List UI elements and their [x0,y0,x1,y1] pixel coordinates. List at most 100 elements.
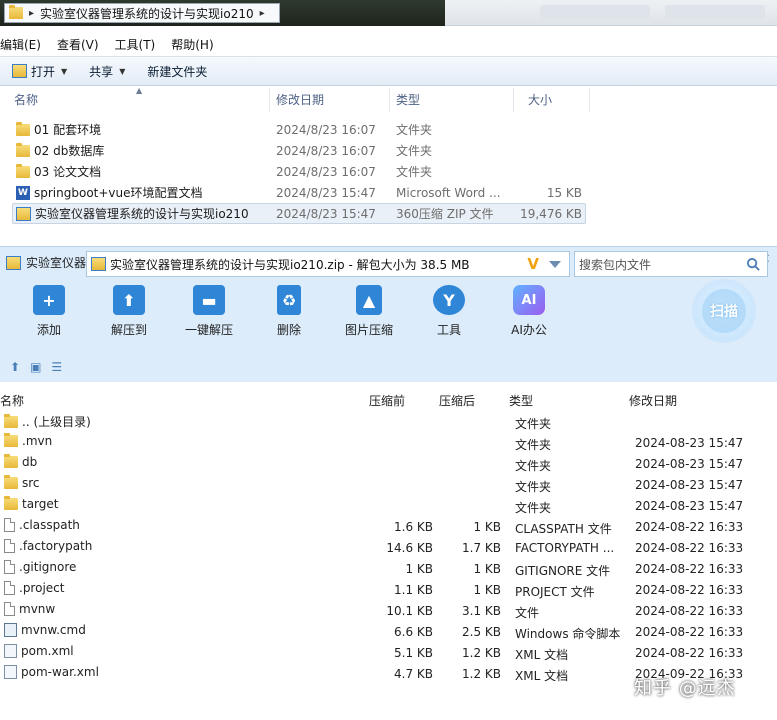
command-bar: 打开 ▼ 共享 ▼ 新建文件夹 [0,56,777,86]
folder-icon [4,475,18,489]
file-row[interactable]: Wspringboot+vue环境配置文档 2024/8/23 15:47 Mi… [0,182,777,203]
entry-name: pom.xml [21,644,74,658]
archive-row[interactable]: .factorypath 14.6 KB 1.7 KB FACTORYPATH … [0,538,777,559]
zip-window: 实验室仪器管理系统的设计与实现io210 - 360压缩 文件 操作 设置 帮助… [0,246,777,720]
archive-row[interactable]: .project 1.1 KB 1 KB PROJECT 文件 2024-08-… [0,580,777,601]
extract-to-button[interactable]: ⬆ 解压到 [89,285,169,338]
archive-row[interactable]: pom.xml 5.1 KB 1.2 KB XML 文档 2024-08-22 … [0,643,777,664]
file-row-selected[interactable]: 实验室仪器管理系统的设计与实现io210 2024/8/23 15:47 360… [0,203,777,224]
column-header-type[interactable]: 类型 [509,392,533,409]
zip-column-headers: 名称 压缩前 压缩后 类型 修改日期 [0,389,777,411]
file-type: 文件夹 [396,123,433,137]
entry-name: .project [19,581,65,595]
archive-row[interactable]: db 文件夹 2024-08-23 15:47 [0,454,777,475]
column-header-date[interactable]: 修改日期 [629,392,677,409]
file-size: 15 KB [546,185,582,200]
entry-size-before: 4.7 KB [394,667,433,681]
tool-label: 一键解压 [184,323,233,337]
up-arrow-icon[interactable]: ⬆ [10,360,20,374]
scan-label: 扫描 [710,304,738,320]
file-type: 文件夹 [396,144,433,158]
menu-edit[interactable]: 编辑(E) [0,36,49,53]
share-label: 共享 [89,64,114,79]
entry-size-after: 1.7 KB [462,541,501,555]
file-name: 实验室仪器管理系统的设计与实现io210 [35,207,249,221]
entry-date: 2024-08-23 15:47 [635,457,744,471]
file-date: 2024/8/23 15:47 [276,206,376,221]
file-date: 2024/8/23 16:07 [276,143,376,158]
chevron-down-icon: ▼ [119,66,126,76]
search-icon[interactable] [746,257,761,272]
list-view-icon[interactable]: ☰ [51,360,62,374]
file-row[interactable]: 03 论文文档 2024/8/23 16:07 文件夹 [0,161,777,182]
archive-search-input[interactable]: 搜索包内文件 [574,251,768,277]
chevron-down-icon: ▼ [61,66,68,76]
menu-tools[interactable]: 工具(T) [107,36,164,53]
entry-size-after: 1 KB [473,583,501,597]
image-compress-button[interactable]: ▲ 图片压缩 [329,285,409,338]
entry-type: Windows 命令脚本 [515,627,621,641]
entry-date: 2024-08-23 15:47 [635,478,744,492]
ai-office-button[interactable]: AI AI办公 [489,285,569,338]
column-header-after[interactable]: 压缩后 [439,392,475,409]
open-app-icon [12,64,27,78]
archive-row[interactable]: src 文件夹 2024-08-23 15:47 [0,475,777,496]
menu-help[interactable]: 帮助(H) [163,36,221,53]
breadcrumb-path[interactable]: 实验室仪器管理系统的设计与实现io210 [40,5,254,22]
entry-size-before: 10.1 KB [386,604,433,618]
folder-icon [4,433,18,447]
archive-row[interactable]: mvnw.cmd 6.6 KB 2.5 KB Windows 命令脚本 2024… [0,622,777,643]
breadcrumb-chevron-icon[interactable]: ▸ [29,8,34,19]
entry-type: XML 文档 [515,648,569,662]
tool-label: 添加 [36,323,61,337]
archive-row[interactable]: .. (上级目录) 文件夹 [0,412,777,433]
entry-date: 2024-08-23 15:47 [635,499,744,513]
tools-button[interactable]: Y 工具 [409,285,489,338]
zip-app-icon [6,255,21,270]
entry-name: .classpath [19,518,80,532]
chevron-down-icon[interactable] [549,261,561,268]
zip-nav-bar: ⬆ ▣ ☰ [0,351,777,383]
open-button[interactable]: 打开 ▼ [12,63,67,80]
v-logo-icon[interactable]: V [527,255,539,273]
nav-controls: ⬆ ▣ ☰ [0,360,84,374]
address-bar[interactable]: ▸ 实验室仪器管理系统的设计与实现io210 ▸ [4,3,280,23]
entry-type: PROJECT 文件 [515,585,595,599]
archive-row[interactable]: target 文件夹 2024-08-23 15:47 [0,496,777,517]
archive-row[interactable]: .classpath 1.6 KB 1 KB CLASSPATH 文件 2024… [0,517,777,538]
column-header-before[interactable]: 压缩前 [369,392,405,409]
one-click-extract-button[interactable]: ▬ 一键解压 [169,285,249,338]
new-folder-button[interactable]: 新建文件夹 [147,63,207,80]
thumbnail-view-icon[interactable]: ▣ [30,360,41,374]
archive-row[interactable]: mvnw 10.1 KB 3.1 KB 文件 2024-08-22 16:33 [0,601,777,622]
entry-name: db [22,455,38,469]
entry-type: 文件夹 [515,459,552,473]
column-header-name[interactable]: 名称 [0,88,270,112]
menu-bar: 编辑(E) 查看(V) 工具(T) 帮助(H) [0,34,777,54]
archive-row[interactable]: .mvn 文件夹 2024-08-23 15:47 [0,433,777,454]
archive-row[interactable]: .gitignore 1 KB 1 KB GITIGNORE 文件 2024-0… [0,559,777,580]
breadcrumb-chevron-icon[interactable]: ▸ [260,8,265,19]
file-row[interactable]: 02 db数据库 2024/8/23 16:07 文件夹 [0,140,777,161]
column-header-name[interactable]: 名称 [0,392,24,409]
entry-type: 文件夹 [515,501,552,515]
add-button[interactable]: + 添加 [9,285,89,338]
entry-name: .. (上级目录) [22,415,91,429]
file-type: 文件夹 [396,165,433,179]
file-row[interactable]: 01 配套环境 2024/8/23 16:07 文件夹 [0,119,777,140]
entry-size-after: 1 KB [473,562,501,576]
column-header-size[interactable]: 大小 [514,88,590,112]
entry-date: 2024-08-22 16:33 [635,625,744,639]
tool-label: AI办公 [511,323,547,337]
menu-view[interactable]: 查看(V) [49,36,107,53]
entry-size-after: 1.2 KB [462,667,501,681]
archive-path-bar[interactable]: 实验室仪器管理系统的设计与实现io210.zip - 解包大小为 38.5 MB… [86,251,570,277]
trash-icon: ♻ [277,285,301,315]
share-button[interactable]: 共享 ▼ [89,63,125,80]
column-header-date[interactable]: 修改日期 [270,88,390,112]
file-name: 01 配套环境 [34,123,102,137]
scan-button[interactable]: 扫描 [692,279,756,343]
delete-button[interactable]: ♻ 删除 [249,285,329,338]
watermark: 知乎 @远杰 [634,678,736,699]
column-header-type[interactable]: 类型 [390,88,514,112]
